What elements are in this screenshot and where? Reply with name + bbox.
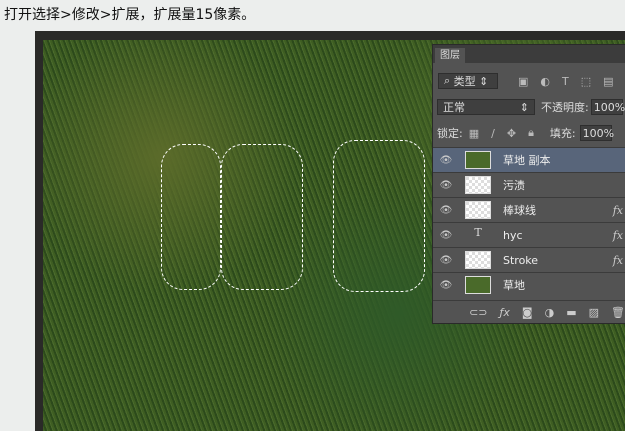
blend-mode-select[interactable]: 正常 ⇕ bbox=[437, 99, 535, 115]
layer-row[interactable]: 👁︎ Thyc fx bbox=[433, 222, 625, 247]
layer-name: Stroke bbox=[503, 253, 539, 267]
delete-layer-icon[interactable]: 🗑︎ bbox=[611, 306, 625, 319]
visibility-eye-icon[interactable]: 👁︎ bbox=[433, 280, 459, 291]
new-adjustment-icon[interactable]: ◑ bbox=[545, 306, 555, 319]
layer-row[interactable]: 👁︎ 污渍 bbox=[433, 172, 625, 197]
filter-label: 类型 bbox=[453, 75, 476, 88]
image-filter-icon[interactable]: ▣ bbox=[518, 75, 528, 88]
fx-icon[interactable]: fx bbox=[613, 204, 623, 217]
layer-thumbnail bbox=[465, 151, 491, 169]
new-group-icon[interactable]: ▬ bbox=[566, 306, 576, 319]
layers-panel: 图层 ⌕ 类型 ⇕ ▣ ◐ T ⬚ ▤ 正常 ⇕ 不透明度: 100% 锁定: ▦… bbox=[432, 44, 625, 324]
add-style-icon[interactable]: ƒx bbox=[500, 306, 510, 319]
lock-position-icon[interactable]: ✥ bbox=[507, 127, 516, 140]
text-layer-icon: T bbox=[474, 226, 482, 239]
layer-name: 棒球线 bbox=[503, 204, 536, 217]
fx-icon[interactable]: fx bbox=[613, 254, 623, 267]
fill-label: 填充: bbox=[549, 127, 576, 140]
fill-input[interactable]: 100% bbox=[579, 125, 614, 141]
layer-row[interactable]: 👁︎ 棒球线 fx bbox=[433, 197, 625, 222]
layer-name: hyc bbox=[503, 228, 523, 242]
text-filter-icon[interactable]: T bbox=[562, 75, 569, 88]
selection-marquee bbox=[221, 144, 303, 290]
visibility-eye-icon[interactable]: 👁︎ bbox=[433, 205, 459, 216]
visibility-eye-icon[interactable]: 👁︎ bbox=[433, 155, 459, 166]
layer-thumbnail bbox=[465, 201, 491, 219]
blend-mode-value: 正常 bbox=[443, 101, 465, 114]
selection-marquee bbox=[161, 144, 221, 290]
layer-name: 草地 bbox=[503, 279, 525, 292]
layer-row[interactable]: 👁︎ 草地 bbox=[433, 272, 625, 297]
tab-layers[interactable]: 图层 bbox=[435, 48, 465, 63]
layer-row[interactable]: 👁︎ 草地 副本 bbox=[433, 147, 625, 172]
visibility-eye-icon[interactable]: 👁︎ bbox=[433, 230, 459, 241]
panel-footer: ⊂⊃ ƒx ◙ ◑ ▬ ▨ 🗑︎ bbox=[433, 300, 625, 323]
selection-marquee bbox=[333, 140, 425, 292]
lock-transparent-icon[interactable]: ▦ bbox=[469, 127, 479, 140]
layer-thumbnail bbox=[465, 251, 491, 269]
visibility-eye-icon[interactable]: 👁︎ bbox=[433, 180, 459, 191]
layer-name: 污渍 bbox=[503, 179, 525, 192]
fx-icon[interactable]: fx bbox=[613, 229, 623, 242]
layer-name: 草地 副本 bbox=[503, 154, 551, 167]
lock-all-icon[interactable]: 🔒︎ bbox=[528, 126, 534, 140]
shape-filter-icon[interactable]: ⬚ bbox=[581, 75, 591, 88]
add-mask-icon[interactable]: ◙ bbox=[522, 306, 533, 319]
layer-thumbnail bbox=[465, 176, 491, 194]
lock-paint-icon[interactable]: ∕ bbox=[491, 127, 495, 140]
layer-row[interactable]: 👁︎ Stroke fx bbox=[433, 247, 625, 272]
layer-thumbnail bbox=[465, 276, 491, 294]
opacity-input[interactable]: 100% bbox=[590, 99, 625, 115]
new-layer-icon[interactable]: ▨ bbox=[589, 306, 599, 319]
link-layers-icon[interactable]: ⊂⊃ bbox=[469, 306, 487, 319]
smart-object-filter-icon[interactable]: ▤ bbox=[603, 75, 613, 88]
lock-label: 锁定: bbox=[437, 127, 463, 140]
opacity-label: 不透明度: bbox=[541, 101, 589, 114]
filter-type-select[interactable]: ⌕ 类型 ⇕ bbox=[438, 73, 498, 89]
visibility-eye-icon[interactable]: 👁︎ bbox=[433, 255, 459, 266]
caption: 打开选择>修改>扩展，扩展量15像素。 bbox=[4, 7, 256, 23]
adjustment-filter-icon[interactable]: ◐ bbox=[540, 75, 550, 88]
